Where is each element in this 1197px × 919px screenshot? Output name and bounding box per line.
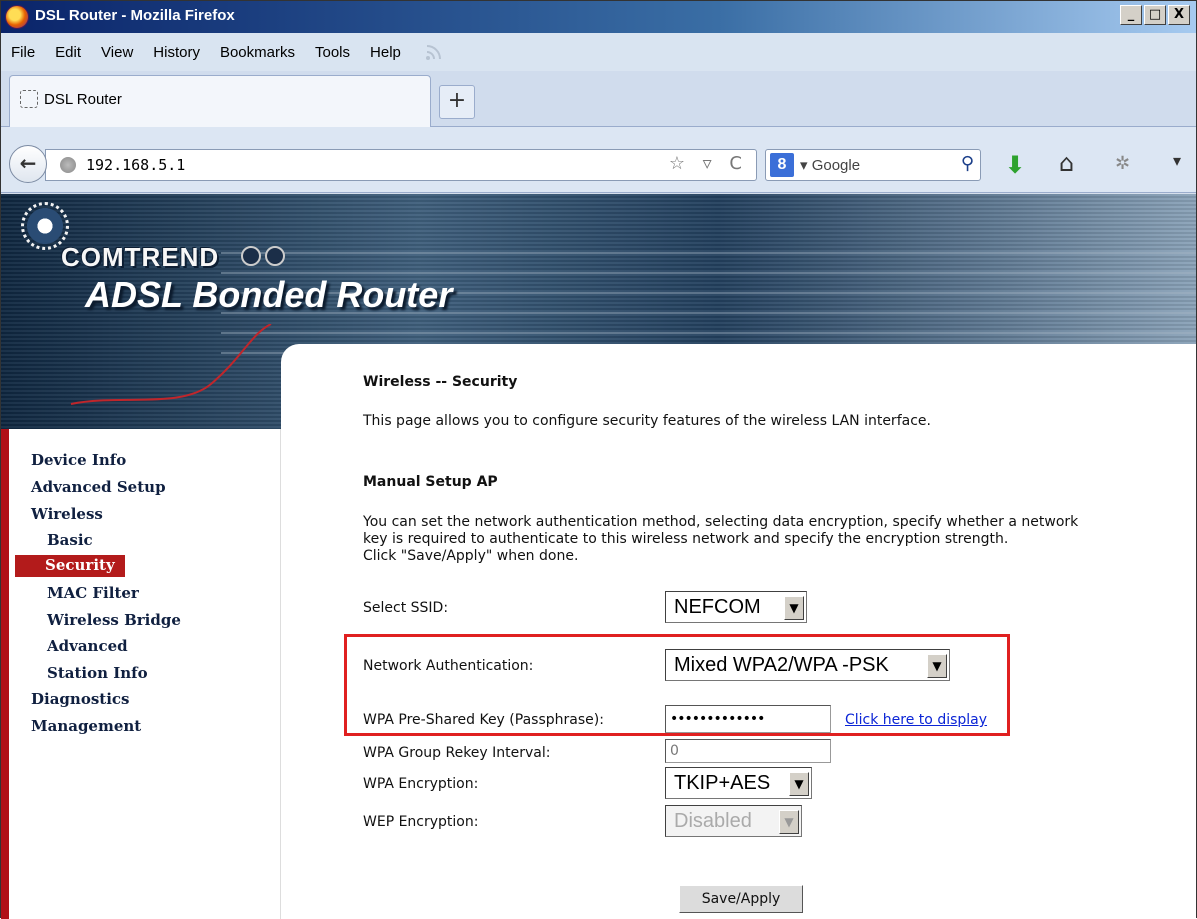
menu-file[interactable]: File: [11, 44, 35, 61]
bookmark-reload-icons[interactable]: ☆ ▿ C: [669, 153, 748, 174]
menu-help[interactable]: Help: [370, 44, 401, 61]
tab-label: DSL Router: [44, 91, 122, 108]
nav-bar: 192.168.5.1 ☆ ▿ C ← 8 ▾ Google ⚲ ⬇ ⌂ ✲ ▾: [1, 127, 1196, 193]
search-engine-dropdown[interactable]: ▾: [800, 157, 808, 174]
chevron-down-icon: ▼: [779, 810, 799, 834]
menu-view[interactable]: View: [101, 44, 133, 61]
wep-encryption-select: Disabled ▼: [665, 805, 802, 837]
chevron-down-icon: ▼: [927, 654, 947, 678]
wpa-encryption-label: WPA Encryption:: [363, 776, 479, 792]
window-controls: _ □ X: [1120, 5, 1190, 25]
section-description-line-3: Click "Save/Apply" when done.: [363, 548, 579, 564]
auth-value: Mixed WPA2/WPA -PSK: [674, 654, 889, 676]
sidebar-item-advanced[interactable]: Advanced: [47, 637, 128, 655]
sidebar-item-station-info[interactable]: Station Info: [47, 664, 148, 682]
close-button[interactable]: X: [1168, 5, 1190, 25]
url-text[interactable]: 192.168.5.1: [86, 156, 185, 174]
ssid-select[interactable]: NEFCOM ▼: [665, 591, 807, 623]
menu-bar: File Edit View History Bookmarks Tools H…: [1, 33, 1196, 71]
wep-encryption-label: WEP Encryption:: [363, 814, 479, 830]
psk-label: WPA Pre-Shared Key (Passphrase):: [363, 712, 604, 728]
section-title: Manual Setup AP: [363, 474, 498, 490]
home-icon[interactable]: ⌂: [1059, 149, 1074, 177]
menu-edit[interactable]: Edit: [55, 44, 81, 61]
sidebar-item-wireless[interactable]: Wireless: [31, 505, 103, 523]
rekey-label: WPA Group Rekey Interval:: [363, 745, 551, 761]
page-description: This page allows you to configure securi…: [363, 413, 931, 429]
sidebar-item-advanced-setup[interactable]: Advanced Setup: [31, 478, 166, 496]
router-title: ADSL Bonded Router: [85, 274, 453, 315]
minimize-button[interactable]: _: [1120, 5, 1142, 25]
tab-dsl-router[interactable]: DSL Router: [9, 75, 431, 127]
sidebar-item-management[interactable]: Management: [31, 717, 141, 735]
search-placeholder: ▾ Google: [800, 156, 860, 174]
search-engine-name: Google: [811, 157, 861, 174]
sidebar-item-security[interactable]: Security: [45, 556, 115, 574]
ssid-value: NEFCOM: [674, 596, 761, 618]
sidebar-item-diagnostics[interactable]: Diagnostics: [31, 690, 129, 708]
back-arrow-icon: ←: [19, 151, 37, 175]
auth-label: Network Authentication:: [363, 658, 534, 674]
sidebar-item-basic[interactable]: Basic: [47, 531, 93, 549]
auth-select[interactable]: Mixed WPA2/WPA -PSK ▼: [665, 649, 950, 681]
back-button[interactable]: ←: [9, 145, 47, 183]
sidebar-item-mac-filter[interactable]: MAC Filter: [47, 584, 139, 602]
red-swoosh-graphic: [70, 324, 272, 405]
page-content: COMTREND ADSL Bonded Router Device Info …: [1, 194, 1196, 919]
wep-encryption-value: Disabled: [674, 810, 752, 832]
brand-name: COMTREND: [61, 242, 220, 272]
addon-icon[interactable]: ✲: [1115, 153, 1130, 174]
blank-page-icon: [20, 90, 38, 108]
rss-icon: [425, 45, 441, 60]
sidebar-item-wireless-bridge[interactable]: Wireless Bridge: [47, 611, 181, 629]
rekey-input[interactable]: 0: [665, 739, 831, 763]
search-bar[interactable]: 8 ▾ Google ⚲: [765, 149, 981, 181]
search-engine-icon[interactable]: 8: [770, 153, 794, 177]
wpa-encryption-select[interactable]: TKIP+AES ▼: [665, 767, 812, 799]
wpa-encryption-value: TKIP+AES: [674, 772, 771, 794]
browser-window: DSL Router - Mozilla Firefox _ □ X File …: [0, 0, 1197, 919]
firefox-logo-icon: [5, 5, 29, 29]
window-title: DSL Router - Mozilla Firefox: [35, 7, 235, 24]
menu-bookmarks[interactable]: Bookmarks: [220, 44, 295, 61]
globe-icon: [60, 157, 76, 173]
chevron-down-icon: ▼: [789, 772, 809, 796]
tab-bar: DSL Router +: [1, 71, 1196, 127]
sidebar-accent: [1, 429, 9, 919]
display-key-link[interactable]: Click here to display: [845, 712, 987, 728]
section-description-line-1: You can set the network authentication m…: [363, 514, 1079, 530]
brand-circles: [241, 246, 289, 270]
menu-tools[interactable]: Tools: [315, 44, 350, 61]
sidebar-item-device-info[interactable]: Device Info: [31, 451, 126, 469]
chevron-down-icon: ▼: [784, 596, 804, 620]
url-bar[interactable]: 192.168.5.1 ☆ ▿ C: [45, 149, 757, 181]
maximize-button[interactable]: □: [1144, 5, 1166, 25]
download-arrow-icon[interactable]: ⬇: [1005, 151, 1025, 179]
ssid-label: Select SSID:: [363, 600, 449, 616]
title-bar: DSL Router - Mozilla Firefox _ □ X: [1, 1, 1196, 33]
section-description-line-2: key is required to authenticate to this …: [363, 531, 1009, 547]
psk-input[interactable]: •••••••••••••: [665, 705, 831, 733]
page-title: Wireless -- Security: [363, 374, 518, 390]
new-tab-button[interactable]: +: [439, 85, 475, 119]
menu-arrow-icon[interactable]: ▾: [1173, 151, 1181, 170]
menu-history[interactable]: History: [153, 44, 200, 61]
magnifier-icon[interactable]: ⚲: [961, 153, 974, 174]
save-apply-button[interactable]: Save/Apply: [679, 885, 803, 913]
